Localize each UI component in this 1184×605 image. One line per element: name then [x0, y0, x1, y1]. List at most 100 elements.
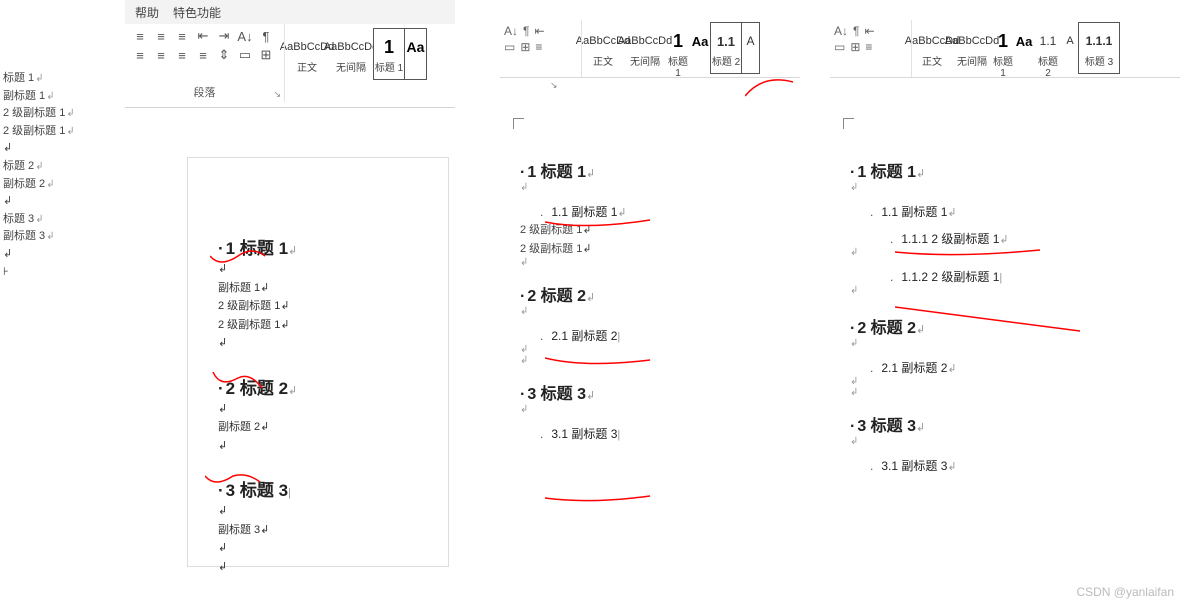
- body-text: 2 级副标题 1↲: [520, 241, 800, 258]
- style-heading1-aux[interactable]: Aa: [405, 28, 427, 80]
- heading-1: 2 标题 2↲: [850, 314, 1130, 338]
- paragraph-group: A↓ ¶ ⇤ ▭ ⊞ ≡: [830, 20, 912, 77]
- style-nospace[interactable]: AaBbCcDd 无间隔: [329, 28, 373, 80]
- nav-item[interactable]: 标题 3: [3, 211, 113, 229]
- body-text: ↲: [218, 438, 428, 455]
- shading-icon[interactable]: ▭: [504, 40, 515, 54]
- watermark: CSDN @yanlaifan: [1076, 585, 1174, 599]
- heading-2: 1.1 副标题 1↲: [850, 203, 1130, 220]
- dialog-launcher-icon[interactable]: ↘: [273, 89, 281, 100]
- align-left-icon[interactable]: ≡: [131, 47, 149, 63]
- indent-left-icon[interactable]: ⇤: [194, 28, 212, 44]
- page-corner-icon: [843, 118, 854, 129]
- style-heading1-aux[interactable]: Aa: [690, 22, 710, 74]
- dialog-launcher-icon[interactable]: ↘: [550, 80, 558, 91]
- indent-right-icon[interactable]: ⇥: [215, 28, 233, 44]
- paragraph-group: A↓¶⇤ ▭⊞≡ ↘: [500, 20, 582, 77]
- style-nospace[interactable]: AaBbCcDd 无间隔: [952, 22, 992, 74]
- style-heading2-aux[interactable]: A: [742, 22, 760, 74]
- body-text: 2 级副标题 1↲: [218, 298, 428, 315]
- body-text: ↲: [218, 261, 428, 278]
- nav-item[interactable]: 副标题 2: [3, 176, 113, 194]
- body-text: ↲: [218, 559, 428, 576]
- align-icon[interactable]: ≡: [535, 40, 542, 54]
- align-center-icon[interactable]: ≡: [152, 47, 170, 63]
- body-text: 2 级副标题 1↲: [520, 222, 800, 239]
- style-normal[interactable]: AaBbCcDd 正文: [285, 28, 329, 80]
- style-heading2[interactable]: 1.1 标题 2: [1034, 22, 1062, 74]
- tab-special[interactable]: 特色功能: [173, 4, 221, 21]
- body-text: 副标题 3↲: [218, 522, 428, 539]
- heading-1: 1 标题 1↲: [218, 234, 428, 259]
- heading-1: 3 标题 3|: [218, 476, 428, 501]
- styles-gallery: AaBbCcDd 正文 AaBbCcDd 无间隔 1 标题 1 Aa 1.1 标…: [912, 20, 1120, 77]
- heading-3: 1.1.1 2 级副标题 1↲: [850, 230, 1130, 247]
- numbering-icon[interactable]: ≡: [152, 28, 170, 44]
- multilevel-icon[interactable]: ≡: [173, 28, 191, 44]
- nav-item[interactable]: 2 级副标题 1: [3, 123, 113, 141]
- nav-item[interactable]: 标题 1: [3, 70, 113, 88]
- style-heading1[interactable]: 1 标题 1: [666, 22, 690, 74]
- heading-2: 2.1 副标题 2|: [520, 327, 800, 344]
- heading-2: 1.1 副标题 1↲: [520, 203, 800, 220]
- nav-item[interactable]: 2 级副标题 1: [3, 105, 113, 123]
- sort-icon[interactable]: A↓: [504, 24, 518, 38]
- style-normal[interactable]: AaBbCcDd 正文: [582, 22, 624, 74]
- group-label: 段落: [125, 84, 284, 100]
- document-page[interactable]: 1 标题 1↲ ↲ 副标题 1↲ 2 级副标题 1↲ 2 级副标题 1↲ ↲ 2…: [188, 158, 448, 566]
- borders-icon[interactable]: ⊞: [850, 40, 860, 54]
- style-heading1-aux[interactable]: Aa: [1014, 22, 1034, 74]
- document-page[interactable]: 1 标题 1↲ ↲ 1.1 副标题 1↲ 2 级副标题 1↲ 2 级副标题 1↲…: [520, 140, 800, 442]
- document-page[interactable]: 1 标题 1↲ ↲ 1.1 副标题 1↲ 1.1.1 2 级副标题 1↲ ↲ 1…: [850, 140, 1130, 474]
- style-heading2-aux[interactable]: A: [1062, 22, 1078, 74]
- nav-item[interactable]: 标题 2: [3, 158, 113, 176]
- heading-1: 3 标题 3↲: [850, 412, 1130, 436]
- heading-1: 1 标题 1↲: [520, 158, 800, 182]
- body-text: ↲: [218, 540, 428, 557]
- ribbon-tabs: 帮助 特色功能: [125, 0, 455, 24]
- borders-icon[interactable]: ⊞: [520, 40, 530, 54]
- align-justify-icon[interactable]: ≡: [194, 47, 212, 63]
- style-normal[interactable]: AaBbCcDd 正文: [912, 22, 952, 74]
- align-icon[interactable]: ≡: [865, 40, 872, 54]
- panel-2: A↓ ¶ ⇤ ▭ ⊞ ≡ ↘ AaBbCcDd 正文 AaBbCcDd 无间隔 1 标题…: [475, 0, 805, 570]
- style-nospace[interactable]: AaBbCcDd 无间隔: [624, 22, 666, 74]
- borders-icon[interactable]: ⊞: [257, 47, 275, 63]
- ribbon: 帮助 特色功能 ≡ ≡ ≡ ⇤ ⇥ A↓ ¶ ≡ ≡ ≡ ≡: [125, 0, 455, 108]
- align-right-icon[interactable]: ≡: [173, 47, 191, 63]
- paragraph-marks-icon[interactable]: ¶: [257, 28, 275, 44]
- sort-icon[interactable]: A↓: [834, 24, 848, 38]
- heading-3: 1.1.2 2 级副标题 1|: [850, 268, 1130, 285]
- heading-2: 3.1 副标题 3|: [520, 425, 800, 442]
- style-heading3[interactable]: 1.1.1 标题 3: [1078, 22, 1120, 74]
- heading-1: 2 标题 2↲: [218, 374, 428, 399]
- line-spacing-icon[interactable]: ⇕: [215, 47, 233, 63]
- indent-icon[interactable]: ⇤: [534, 24, 544, 38]
- tab-help[interactable]: 帮助: [135, 4, 159, 21]
- paragraph-marks-icon[interactable]: ¶: [853, 24, 859, 38]
- body-text: ↲: [218, 401, 428, 418]
- style-heading1[interactable]: 1 标题 1: [373, 28, 405, 80]
- sort-icon[interactable]: A↓: [236, 28, 254, 44]
- body-text: ↲: [218, 335, 428, 352]
- ribbon: A↓¶⇤ ▭⊞≡ ↘ AaBbCcDd 正文 AaBbCcDd 无间隔 1 标题…: [500, 20, 800, 78]
- style-heading1[interactable]: 1 标题 1: [992, 22, 1014, 74]
- bullets-icon[interactable]: ≡: [131, 28, 149, 44]
- nav-item[interactable]: 副标题 1: [3, 88, 113, 106]
- page-corner-icon: [513, 118, 524, 129]
- nav-item[interactable]: 副标题 3: [3, 228, 113, 246]
- indent-icon[interactable]: ⇤: [864, 24, 874, 38]
- heading-1: 3 标题 3↲: [520, 380, 800, 404]
- navigation-pane[interactable]: 标题 1 副标题 1 2 级副标题 1 2 级副标题 1 ↲ 标题 2 副标题 …: [3, 70, 113, 281]
- shading-icon[interactable]: ▭: [834, 40, 845, 54]
- style-heading2[interactable]: 1.1 标题 2: [710, 22, 742, 74]
- heading-1: 1 标题 1↲: [850, 158, 1130, 182]
- body-text: 2 级副标题 1↲: [218, 317, 428, 334]
- shading-icon[interactable]: ▭: [236, 47, 254, 63]
- ribbon: A↓ ¶ ⇤ ▭ ⊞ ≡ AaBbCcDd 正文 AaBbCcDd 无间隔 1 标题 1…: [830, 20, 1180, 78]
- heading-2: 3.1 副标题 3↲: [850, 457, 1130, 474]
- styles-gallery: AaBbCcDd 正文 AaBbCcDd 无间隔 1 标题 1 Aa 1.1 标…: [582, 20, 760, 77]
- paragraph-marks-icon[interactable]: ¶: [523, 24, 529, 38]
- panel-3: A↓ ¶ ⇤ ▭ ⊞ ≡ AaBbCcDd 正文 AaBbCcDd 无间隔 1 标题 1…: [815, 0, 1180, 570]
- panel-1: 标题 1 副标题 1 2 级副标题 1 2 级副标题 1 ↲ 标题 2 副标题 …: [0, 0, 455, 570]
